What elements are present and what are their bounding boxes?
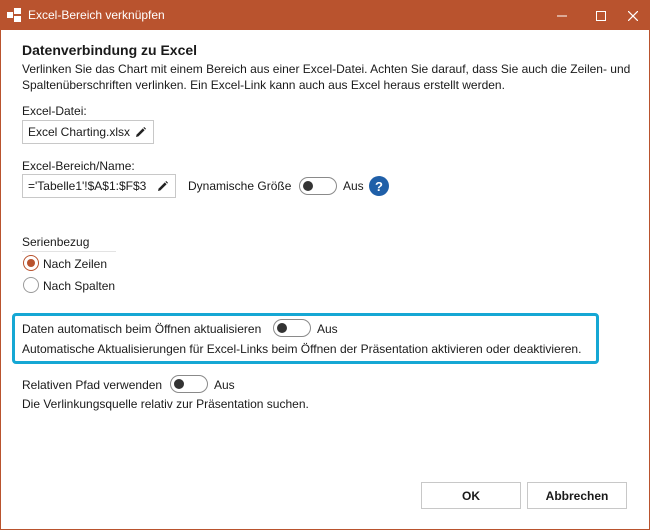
excel-file-label: Excel-Datei: xyxy=(22,104,87,118)
close-button[interactable] xyxy=(616,1,650,30)
radio-by-rows[interactable] xyxy=(23,255,39,271)
section-description: Verlinken Sie das Chart mit einem Bereic… xyxy=(22,62,631,92)
ok-button[interactable]: OK xyxy=(421,482,521,509)
auto-update-state: Aus xyxy=(317,322,338,336)
auto-update-label: Daten automatisch beim Öffnen aktualisie… xyxy=(22,322,262,336)
app-logo-icon xyxy=(7,8,21,22)
close-icon xyxy=(628,10,638,21)
dialog-window: Excel-Bereich verknüpfen Datenverbindung… xyxy=(0,0,650,530)
toggle-knob xyxy=(174,379,184,389)
edit-pencil-icon[interactable] xyxy=(156,180,169,193)
excel-file-field[interactable]: Excel Charting.xlsx xyxy=(22,120,154,144)
window-title: Excel-Bereich verknüpfen xyxy=(28,8,165,22)
relative-path-toggle[interactable] xyxy=(170,375,208,393)
help-icon[interactable]: ? xyxy=(369,176,389,196)
auto-update-description: Automatische Aktualisierungen für Excel-… xyxy=(22,342,582,356)
relative-path-label: Relativen Pfad verwenden xyxy=(22,378,163,392)
dynamic-size-state: Aus xyxy=(343,179,364,193)
excel-file-value: Excel Charting.xlsx xyxy=(28,125,131,139)
excel-range-label: Excel-Bereich/Name: xyxy=(22,159,135,173)
edit-pencil-icon[interactable] xyxy=(134,126,147,139)
auto-update-toggle[interactable] xyxy=(273,319,311,337)
relative-path-description: Die Verlinkungsquelle relativ zur Präsen… xyxy=(22,397,309,411)
series-divider xyxy=(22,251,116,252)
maximize-icon xyxy=(596,10,606,21)
radio-by-columns-label[interactable]: Nach Spalten xyxy=(43,279,115,293)
toggle-knob xyxy=(303,181,313,191)
radio-by-columns[interactable] xyxy=(23,277,39,293)
dynamic-size-toggle[interactable] xyxy=(299,177,337,195)
title-bar[interactable]: Excel-Bereich verknüpfen xyxy=(1,1,649,30)
minimize-button[interactable] xyxy=(545,1,579,30)
toggle-knob xyxy=(277,323,287,333)
section-heading: Datenverbindung zu Excel xyxy=(22,42,198,58)
dynamic-size-label: Dynamische Größe xyxy=(188,179,292,193)
maximize-button[interactable] xyxy=(584,1,618,30)
radio-by-rows-label[interactable]: Nach Zeilen xyxy=(43,257,107,271)
series-label: Serienbezug xyxy=(22,235,90,249)
excel-range-field[interactable]: ='Tabelle1'!$A$1:$F$3 xyxy=(22,174,176,198)
cancel-button[interactable]: Abbrechen xyxy=(527,482,627,509)
excel-range-value: ='Tabelle1'!$A$1:$F$3 xyxy=(28,179,147,193)
relative-path-state: Aus xyxy=(214,378,235,392)
minimize-icon xyxy=(557,15,567,16)
